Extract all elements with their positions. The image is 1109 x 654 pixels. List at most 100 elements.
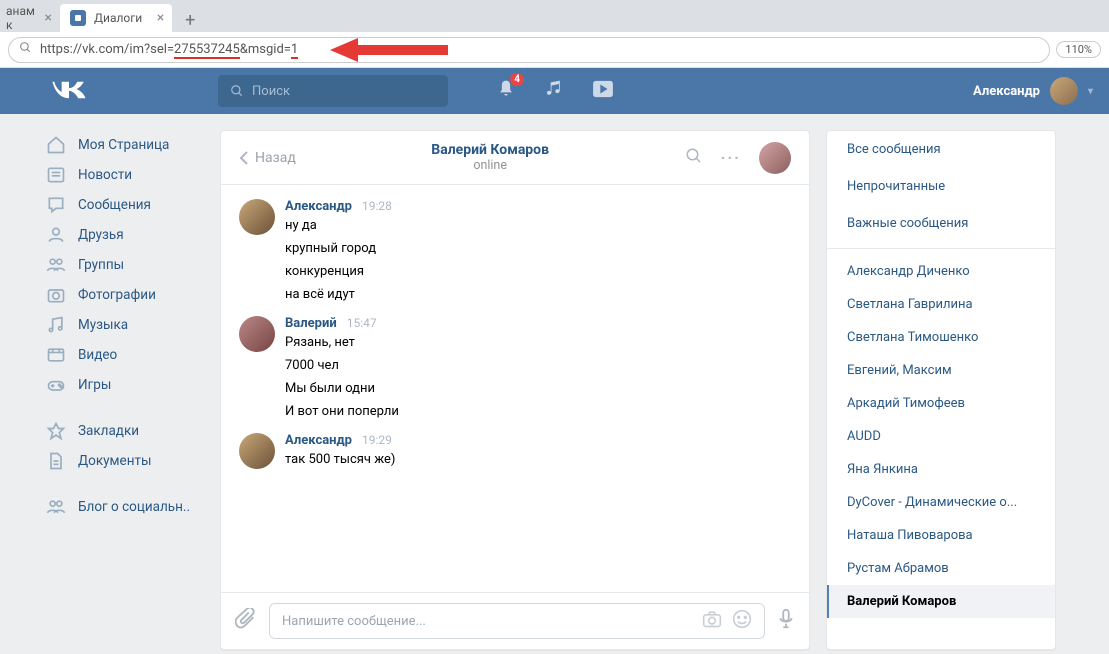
message-avatar[interactable]	[239, 433, 275, 469]
message-group: Александр 19:29так 500 тысяч же)	[239, 433, 791, 471]
sidebar-item-label: Моя Страница	[78, 137, 169, 153]
music-icon	[46, 315, 66, 335]
photos-icon	[46, 285, 66, 305]
message-author[interactable]: Александр	[285, 433, 352, 448]
music-icon[interactable]	[544, 79, 564, 103]
user-menu[interactable]: Александр ▾	[973, 77, 1093, 105]
search-icon	[19, 41, 32, 58]
chat-messages[interactable]: Александр19:28ну дакрупный городконкурен…	[221, 185, 809, 592]
chevron-down-icon: ▾	[1088, 86, 1093, 97]
chat-title-wrap: Валерий Комаров online	[296, 142, 685, 173]
games-icon	[46, 375, 66, 395]
filter-item[interactable]: Непрочитанные	[827, 168, 1055, 205]
message-group: Валерий15:47Рязань, нет7000 челМы были о…	[239, 316, 791, 423]
dialog-item[interactable]: DyCover - Динамические о...	[827, 486, 1055, 519]
chat-peer-avatar[interactable]	[759, 142, 791, 174]
sidebar-item-label: Игры	[78, 377, 111, 393]
tab-title: анам к	[6, 4, 35, 32]
sidebar-item-label: Группы	[78, 257, 124, 273]
filter-item[interactable]: Важные сообщения	[827, 205, 1055, 242]
sidebar-item-home[interactable]: Моя Страница	[46, 130, 220, 160]
home-icon	[46, 135, 66, 155]
message-avatar[interactable]	[239, 316, 275, 352]
messages-icon	[46, 195, 66, 215]
sidebar-item-games[interactable]: Игры	[46, 370, 220, 400]
sidebar-item-friends[interactable]: Друзья	[46, 220, 220, 250]
message-input[interactable]	[282, 614, 692, 629]
message-time: 19:29	[362, 433, 392, 447]
left-sidebar: Моя Страница Новости Сообщения Друзья Группы…	[0, 114, 220, 654]
dialog-item[interactable]: AUDD	[827, 420, 1055, 453]
sidebar-item-news[interactable]: Новости	[46, 160, 220, 190]
back-button[interactable]: Назад	[239, 150, 296, 166]
video-play-icon[interactable]	[592, 80, 614, 102]
search-icon[interactable]	[685, 147, 703, 169]
dialog-item[interactable]: Александр Диченко	[827, 255, 1055, 288]
sidebar-item-groups[interactable]: Группы	[46, 250, 220, 280]
browser-tab-active[interactable]: Диалоги ×	[60, 4, 172, 32]
attach-icon[interactable]	[235, 608, 257, 634]
sidebar-item-docs[interactable]: Документы	[46, 446, 220, 476]
sidebar-item-bookmarks[interactable]: Закладки	[46, 416, 220, 446]
dialog-item[interactable]: Наташа Пивоварова	[827, 519, 1055, 552]
camera-icon[interactable]	[702, 610, 722, 632]
tab-title: Диалоги	[94, 11, 142, 25]
browser-tab[interactable]: анам к ×	[0, 4, 60, 32]
search-box[interactable]	[218, 75, 448, 107]
annotation-arrow	[330, 36, 450, 64]
browser-tab-strip: анам к × Диалоги × +	[0, 0, 1109, 32]
more-icon[interactable]: ···	[721, 148, 741, 167]
dialog-item[interactable]: Рустам Абрамов	[827, 552, 1055, 585]
message-line: И вот они поперли	[285, 400, 791, 423]
message-avatar[interactable]	[239, 199, 275, 235]
dialog-item[interactable]: Валерий Комаров	[827, 585, 1055, 618]
new-tab-button[interactable]: +	[176, 8, 204, 32]
sidebar-item-label: Музыка	[78, 317, 128, 333]
sidebar-item-label: Друзья	[78, 227, 124, 243]
message-line: ну да	[285, 214, 791, 237]
user-name: Александр	[973, 84, 1040, 99]
friends-icon	[46, 225, 66, 245]
dialog-item[interactable]: Светлана Тимошенко	[827, 321, 1055, 354]
zoom-indicator[interactable]: 110%	[1056, 41, 1101, 58]
blog-icon	[46, 497, 66, 517]
dialog-item[interactable]: Евгений, Максим	[827, 354, 1055, 387]
sidebar-item-label: Блог о социальн..	[78, 499, 190, 515]
message-author[interactable]: Валерий	[285, 316, 337, 331]
sidebar-item-blog[interactable]: Блог о социальн..	[46, 492, 220, 522]
dialog-item[interactable]: Яна Янкина	[827, 453, 1055, 486]
chat-title[interactable]: Валерий Комаров	[296, 142, 685, 158]
sidebar-item-photos[interactable]: Фотографии	[46, 280, 220, 310]
message-input-box[interactable]	[269, 603, 765, 639]
dialog-item[interactable]: Светлана Гаврилина	[827, 288, 1055, 321]
sidebar-item-label: Сообщения	[78, 197, 151, 213]
close-icon[interactable]: ×	[45, 10, 52, 26]
sidebar-item-label: Документы	[78, 453, 151, 469]
chat-header: Назад Валерий Комаров online ···	[221, 131, 809, 185]
chat-header-actions: ···	[685, 142, 791, 174]
close-icon[interactable]: ×	[157, 10, 164, 26]
notifications-icon[interactable]: 4	[496, 79, 516, 103]
search-input[interactable]	[252, 84, 436, 99]
chevron-left-icon	[239, 150, 249, 166]
url-input[interactable]: https://vk.com/im?sel=275537245&msgid=1	[8, 37, 1050, 63]
chat-input-area	[221, 592, 809, 649]
sidebar-item-video[interactable]: Видео	[46, 340, 220, 370]
back-label: Назад	[255, 150, 296, 166]
message-line: так 500 тысяч же)	[285, 448, 791, 471]
emoji-icon[interactable]	[732, 609, 752, 633]
vk-logo[interactable]	[50, 79, 88, 103]
sidebar-item-label: Новости	[78, 167, 132, 183]
microphone-icon[interactable]	[777, 608, 795, 634]
main-area: Назад Валерий Комаров online ··· Алексан…	[220, 114, 1109, 654]
dialog-item[interactable]: Аркадий Тимофеев	[827, 387, 1055, 420]
filter-item[interactable]: Все сообщения	[827, 131, 1055, 168]
sidebar-item-messages[interactable]: Сообщения	[46, 190, 220, 220]
sidebar-item-music[interactable]: Музыка	[46, 310, 220, 340]
message-line: Рязань, нет	[285, 331, 791, 354]
sidebar-item-label: Закладки	[78, 423, 139, 439]
chat-panel: Назад Валерий Комаров online ··· Алексан…	[220, 130, 810, 650]
docs-icon	[46, 451, 66, 471]
dialogs-panel: Все сообщенияНепрочитанныеВажные сообщен…	[826, 130, 1056, 650]
message-author[interactable]: Александр	[285, 199, 352, 214]
